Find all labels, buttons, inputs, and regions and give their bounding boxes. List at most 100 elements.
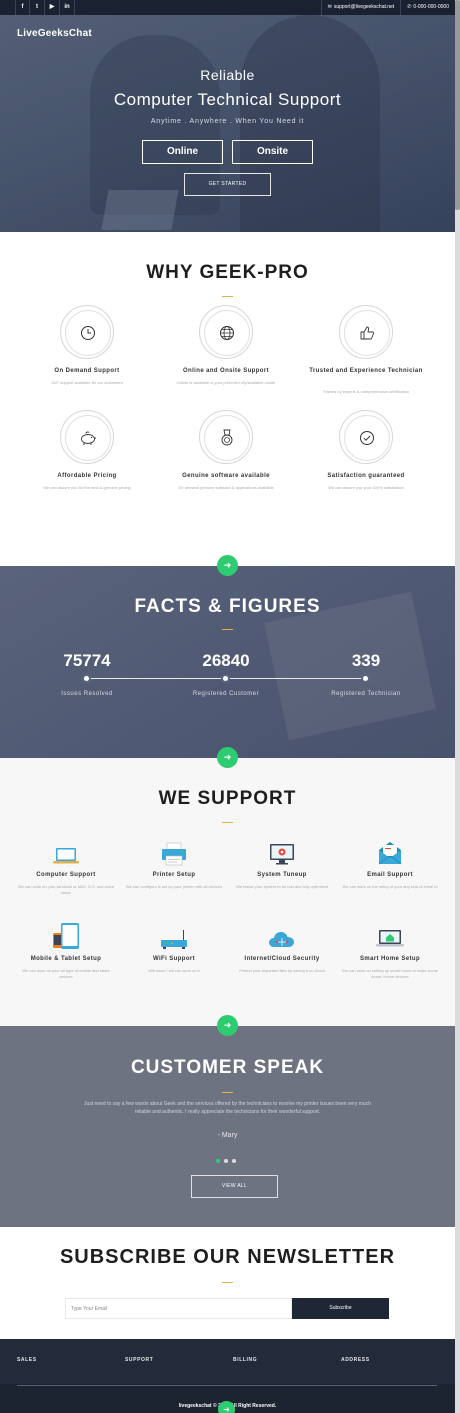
fact-label: Registered Technician bbox=[331, 691, 401, 697]
page: f t ▶ in ✉ support@livegeekschat.net ✆ 0… bbox=[0, 0, 455, 1413]
feature-description: On demand genuine software & application… bbox=[178, 485, 274, 490]
contact-info: ✉ support@livegeekschat.net ✆ 0-000-000-… bbox=[320, 0, 455, 15]
support-card[interactable]: Internet/Cloud Security Protect your imp… bbox=[227, 924, 337, 974]
feature-description: Trained by experts & comprehensive certi… bbox=[322, 389, 410, 394]
monitor-gear-icon bbox=[227, 840, 337, 866]
smart-home-icon bbox=[335, 924, 445, 950]
timeline-dot bbox=[221, 674, 230, 683]
carousel-dot[interactable] bbox=[216, 1159, 220, 1163]
support-section: WE SUPPORT Computer Support We can work … bbox=[0, 758, 455, 1026]
feature-icon-circle bbox=[339, 305, 393, 359]
feature-title: Genuine software available bbox=[182, 473, 270, 479]
hero-title: Computer Technical Support bbox=[113, 90, 342, 109]
footer-bottom-bar: livegeekschat © 2019 All Right Reserved.… bbox=[0, 1384, 455, 1413]
onsite-button[interactable]: Onsite bbox=[232, 140, 313, 164]
piggy-bank-icon bbox=[61, 411, 115, 465]
fact-number: 75774 bbox=[63, 651, 111, 670]
feature-icon-circle bbox=[339, 410, 393, 464]
printer-icon bbox=[119, 840, 229, 866]
section-title: WE SUPPORT bbox=[158, 788, 297, 809]
feature-description: We can assure you your 100% satisfaction bbox=[328, 485, 404, 490]
footer-heading-billing: BILLING bbox=[233, 1357, 258, 1363]
email-link[interactable]: ✉ support@livegeekschat.net bbox=[320, 0, 401, 15]
newsletter-section: SUBSCRIBE OUR NEWSLETTER Subscribe bbox=[0, 1227, 455, 1339]
email-input[interactable] bbox=[65, 1298, 292, 1319]
youtube-icon[interactable]: ▶ bbox=[45, 0, 60, 15]
scroll-down-icon[interactable]: ➜ bbox=[217, 1015, 238, 1036]
hero-banner: LiveGeeksChat Reliable Computer Technica… bbox=[0, 15, 455, 232]
footer-divider bbox=[17, 1385, 437, 1386]
title-divider bbox=[222, 296, 233, 297]
page-scrollbar[interactable] bbox=[455, 0, 460, 1413]
email-icon bbox=[335, 840, 445, 866]
footer-heading-address: ADDRESS bbox=[341, 1357, 370, 1363]
scroll-top-icon[interactable]: ➜ bbox=[218, 1401, 235, 1413]
fact-label: Issues Resolved bbox=[61, 691, 113, 697]
scroll-down-icon[interactable]: ➜ bbox=[217, 747, 238, 768]
facts-section: FACTS & FIGURES 75774 26840 339 Issues R… bbox=[0, 566, 455, 758]
medal-icon bbox=[200, 411, 254, 465]
feature-description: 24/7 support available for our customers bbox=[51, 380, 123, 385]
feature-title: Affordable Pricing bbox=[57, 473, 117, 479]
timeline-dot bbox=[82, 674, 91, 683]
support-card[interactable]: Email Support We can work on the setup o… bbox=[335, 840, 445, 890]
fact-number: 339 bbox=[351, 651, 381, 670]
support-description: Protect your important files by saving i… bbox=[239, 968, 325, 973]
site-logo[interactable]: LiveGeeksChat bbox=[17, 28, 92, 39]
twitter-icon[interactable]: t bbox=[30, 0, 45, 15]
email-text: support@livegeekschat.net bbox=[333, 4, 395, 10]
testimonial-author: - Mary bbox=[217, 1132, 238, 1139]
footer-heading-sales: SALES bbox=[17, 1357, 37, 1363]
support-card[interactable]: Mobile & Tablet Setup We can work on you… bbox=[11, 923, 121, 980]
carousel-dot[interactable] bbox=[232, 1159, 236, 1163]
check-circle-icon bbox=[340, 411, 394, 465]
hero-subheading: Reliable bbox=[200, 67, 255, 83]
cloud-icon bbox=[227, 924, 337, 950]
support-card[interactable]: System Tuneup We tweak your system to be… bbox=[227, 840, 337, 890]
globe-icon bbox=[200, 306, 254, 360]
section-title: WHY GEEK-PRO bbox=[146, 262, 309, 283]
online-button[interactable]: Online bbox=[142, 140, 223, 164]
subscribe-button[interactable]: Subscribe bbox=[292, 1298, 389, 1319]
section-title: SUBSCRIBE OUR NEWSLETTER bbox=[59, 1246, 396, 1268]
support-title: Internet/Cloud Security bbox=[244, 956, 320, 962]
feature-title: Online and Onsite Support bbox=[182, 368, 269, 374]
get-started-button[interactable]: GET STARTED bbox=[184, 173, 271, 196]
view-all-button[interactable]: VIEW ALL bbox=[191, 1175, 278, 1198]
thumbs-up-icon bbox=[340, 306, 394, 360]
scroll-down-icon[interactable]: ➜ bbox=[217, 555, 238, 576]
hero-tagline: Anytime . Anywhere . When You Need it bbox=[150, 118, 305, 125]
footer: SALES SUPPORT BILLING ADDRESS livegeeksc… bbox=[0, 1339, 455, 1413]
laptop-icon bbox=[11, 840, 121, 866]
tablet-icon bbox=[11, 923, 121, 950]
support-description: We can work on the setup of your any kin… bbox=[342, 884, 438, 889]
phone-link[interactable]: ✆ 0-000-000-0000 bbox=[400, 0, 455, 15]
fact-label: Registered Customer bbox=[192, 691, 260, 697]
support-card[interactable]: WiFi Support Wifi issue / we can work on… bbox=[119, 924, 229, 974]
timeline-dot bbox=[361, 674, 370, 683]
linkedin-icon[interactable]: in bbox=[60, 0, 75, 15]
fact-number: 26840 bbox=[202, 651, 250, 670]
carousel-dot[interactable] bbox=[224, 1159, 228, 1163]
support-card[interactable]: Printer Setup We can configure & set up … bbox=[119, 840, 229, 890]
support-title: System Tuneup bbox=[257, 872, 307, 878]
clock-icon bbox=[61, 306, 115, 360]
support-title: Printer Setup bbox=[152, 872, 196, 878]
envelope-icon: ✉ bbox=[327, 4, 332, 10]
support-description: We can work on your all type of mobile a… bbox=[22, 968, 110, 979]
support-title: Computer Support bbox=[36, 872, 96, 878]
facebook-icon[interactable]: f bbox=[15, 0, 30, 15]
support-title: Mobile & Tablet Setup bbox=[30, 956, 102, 962]
support-title: Email Support bbox=[367, 872, 413, 878]
feature-title: On Demand Support bbox=[54, 368, 120, 374]
scrollbar-thumb[interactable] bbox=[455, 0, 460, 210]
feature-icon-circle bbox=[60, 410, 114, 464]
section-title: FACTS & FIGURES bbox=[134, 596, 321, 617]
support-title: WiFi Support bbox=[152, 956, 196, 962]
carousel-dots bbox=[216, 1159, 236, 1163]
feature-icon-circle bbox=[60, 305, 114, 359]
title-divider bbox=[222, 822, 233, 823]
support-card[interactable]: Computer Support We can work on your win… bbox=[11, 840, 121, 896]
support-card[interactable]: Smart Home Setup We can work on setting … bbox=[335, 924, 445, 980]
support-description: Wifi issue / we can work on it bbox=[148, 968, 200, 973]
